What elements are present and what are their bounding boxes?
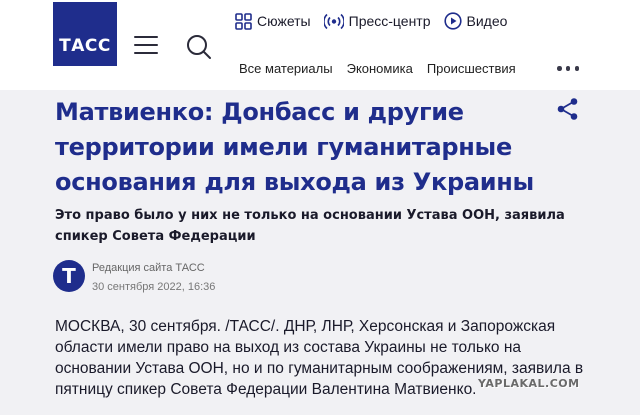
sub-navigation: Все материалы Экономика Происшествия — [239, 61, 530, 76]
article-headline: Матвиенко: Донбасс и другие территории и… — [55, 98, 534, 196]
nav-press-center[interactable]: Пресс-центр — [323, 13, 431, 30]
top-navigation: Сюжеты Пресс-центр Видео — [235, 12, 520, 30]
article-lead: Это право было у них не только на основа… — [55, 208, 565, 244]
nav-video-label: Видео — [466, 13, 508, 29]
search-icon[interactable] — [185, 33, 213, 61]
author-avatar[interactable]: Т — [53, 260, 85, 292]
grid-icon — [235, 12, 252, 30]
more-dots-icon[interactable] — [557, 66, 579, 72]
publication-date: 30 сентября 2022, 16:36 — [92, 281, 216, 293]
nav-video[interactable]: Видео — [443, 12, 508, 30]
logo-text: ТАСС — [59, 36, 111, 56]
tass-logo[interactable]: ТАСС — [53, 2, 117, 66]
nav-stories-label: Сюжеты — [257, 13, 311, 29]
share-icon[interactable] — [556, 97, 580, 121]
author-name[interactable]: Редакция сайта ТАСС — [92, 262, 205, 274]
subnav-all-materials[interactable]: Все материалы — [239, 61, 333, 76]
hamburger-menu-icon[interactable] — [134, 36, 158, 56]
nav-press-center-label: Пресс-центр — [348, 13, 431, 29]
subnav-economy[interactable]: Экономика — [347, 61, 413, 76]
subnav-incidents[interactable]: Происшествия — [427, 61, 516, 76]
author-avatar-letter: Т — [62, 264, 76, 288]
nav-stories[interactable]: Сюжеты — [235, 12, 311, 30]
play-icon — [443, 12, 462, 30]
broadcast-icon — [323, 13, 344, 29]
watermark: YAPLAKAL.COM — [478, 377, 580, 390]
site-header: ТАСС Сюжеты Пресс-центр Видео Все матери… — [0, 0, 640, 90]
